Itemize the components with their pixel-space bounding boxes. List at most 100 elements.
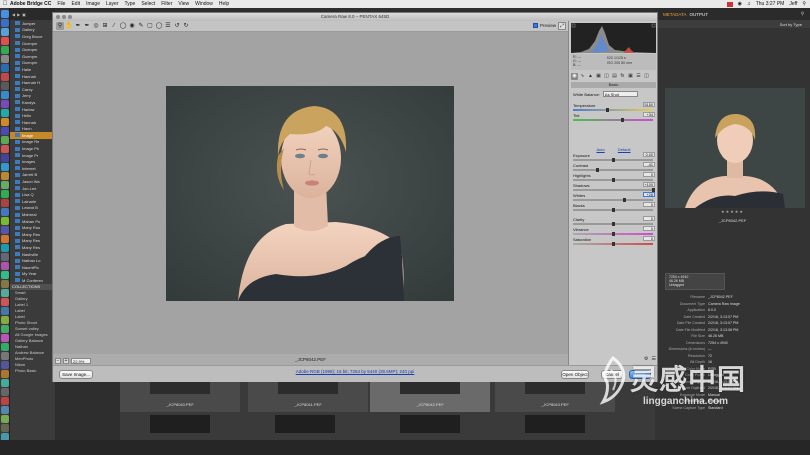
folder-item[interactable]: Images [10,158,55,165]
tint-track[interactable] [573,119,653,121]
folder-item[interactable]: Hello [10,112,55,119]
split-toning-tab-icon[interactable]: ◫ [603,73,610,80]
whites-track[interactable] [573,199,653,201]
dock-app-icon[interactable] [1,82,9,90]
folder-item[interactable]: Nathan Lo [10,257,55,264]
fullscreen-icon[interactable]: ⤢ [558,22,566,30]
computer-icon[interactable]: ▣ [22,12,26,17]
rotate-ccw-icon[interactable]: ↺ [173,22,181,30]
folder-item[interactable]: Carey [10,86,55,93]
checkbox-icon[interactable] [533,23,538,28]
folder-item[interactable]: Lisa Q [10,191,55,198]
workflow-options-link[interactable]: Adobe RGB (1998); 16 bit; 7264 by 5440 (… [53,369,657,374]
dock-app-icon[interactable] [1,397,9,405]
search-icon[interactable]: ⚲ [801,11,810,17]
vibrance-thumb[interactable] [611,232,615,236]
spotlight-icon[interactable]: ⚲ [802,1,806,7]
spot-removal-icon[interactable]: ◯ [119,22,127,30]
dock-app-icon[interactable] [1,298,9,306]
dock-app-icon[interactable] [1,325,9,333]
collection-item[interactable]: Photo Basic [10,368,55,374]
folder-item[interactable]: Lainarie [10,198,55,205]
dock-app-icon[interactable] [1,55,9,63]
flag-icon[interactable] [726,1,733,7]
volume-icon[interactable]: ♫ [747,1,751,7]
saturation-value-field[interactable]: 0 [643,236,655,241]
wifi-icon[interactable]: ◉ [738,1,742,7]
adjustment-brush-icon[interactable]: ✎ [137,22,145,30]
white-balance-icon[interactable]: ✒ [74,22,82,30]
dock-app-icon[interactable] [1,10,9,18]
tint-slider[interactable]: Tint +34 [573,112,655,123]
radial-filter-icon[interactable]: ◯ [155,22,163,30]
folder-item[interactable]: My Year [10,271,55,278]
dock-app-icon[interactable] [1,91,9,99]
exposure-thumb[interactable] [611,158,615,162]
menu-layer[interactable]: Layer [106,1,119,7]
menubar-clock[interactable]: Thu 3:27 PM [756,1,785,7]
dock-app-icon[interactable] [1,28,9,36]
folder-item[interactable]: Jason Wa [10,178,55,185]
basic-tab-icon[interactable]: ◉ [571,72,578,80]
menu-filter[interactable]: Filter [161,1,172,7]
saturation-thumb[interactable] [611,242,615,246]
folder-item[interactable]: Hann [10,126,55,133]
dock-app-icon[interactable] [1,379,9,387]
snapshots-tab-icon[interactable]: ◫ [643,73,650,80]
folder-item[interactable]: Image Re [10,139,55,146]
folder-item[interactable]: Harlow [10,106,55,113]
thumbnail[interactable] [525,415,585,433]
folder-item[interactable]: M Conferen [10,277,55,284]
dock-app-icon[interactable] [1,172,9,180]
dock-app-icon[interactable] [1,145,9,153]
target-adjust-icon[interactable]: ◎ [92,22,100,30]
dock-app-icon[interactable] [1,64,9,72]
highlights-value-field[interactable]: 0 [643,172,655,177]
workspace-output[interactable]: OUTPUT [690,12,709,17]
thumbnail[interactable] [248,382,368,412]
dock-app-icon[interactable] [1,244,9,252]
clarity-thumb[interactable] [611,222,615,226]
highlights-thumb[interactable] [611,178,615,182]
dock-app-icon[interactable] [1,316,9,324]
menu-file[interactable]: File [57,1,65,7]
dock-app-icon[interactable] [1,190,9,198]
thumbnail[interactable] [275,415,335,433]
folder-item[interactable]: Gallery [10,27,55,34]
preferences-icon[interactable]: ☰ [164,22,172,30]
menu-image[interactable]: Image [86,1,100,7]
saturation-slider[interactable]: Saturation 0 [573,236,655,247]
dock-app-icon[interactable] [1,415,9,423]
dock-app-icon[interactable] [1,127,9,135]
vibrance-value-field[interactable]: 0 [643,226,655,231]
menu-window[interactable]: Window [195,1,213,7]
folder-item[interactable]: Hannah [10,119,55,126]
shadows-value-field[interactable]: +100 [643,182,655,187]
effects-tab-icon[interactable]: fx [619,73,626,80]
clarity-value-field[interactable]: 0 [643,216,655,221]
folder-item[interactable]: Guenpm [10,53,55,60]
auto-link[interactable]: Auto [596,147,604,152]
blacks-value-field[interactable]: 0 [643,202,655,207]
dock-app-icon[interactable] [1,253,9,261]
temperature-track[interactable] [573,109,653,111]
dock-app-icon[interactable] [1,118,9,126]
folder-item[interactable]: Jarrett B [10,172,55,179]
whites-value-field[interactable]: +28 [643,192,655,197]
menubar-user[interactable]: Jeff [789,1,797,7]
exposure-value-field[interactable]: 0.00 [643,152,655,157]
folder-item[interactable]: Kandys [10,99,55,106]
dock-app-icon[interactable] [1,406,9,414]
dock-app-icon[interactable] [1,73,9,81]
contrast-track[interactable] [573,169,653,171]
dock-app-icon[interactable] [1,307,9,315]
folder-item[interactable]: Image Pk [10,145,55,152]
straighten-icon[interactable]: ∕ [110,22,118,30]
dock-app-icon[interactable] [1,370,9,378]
color-sampler-icon[interactable]: ✒ [83,22,91,30]
folder-item[interactable]: Jerry [10,93,55,100]
folder-item[interactable]: Guenpm [10,40,55,47]
dock-app-icon[interactable] [1,343,9,351]
temperature-value-field[interactable]: 5150 [643,102,655,107]
back-icon[interactable]: ◀ [12,12,15,17]
